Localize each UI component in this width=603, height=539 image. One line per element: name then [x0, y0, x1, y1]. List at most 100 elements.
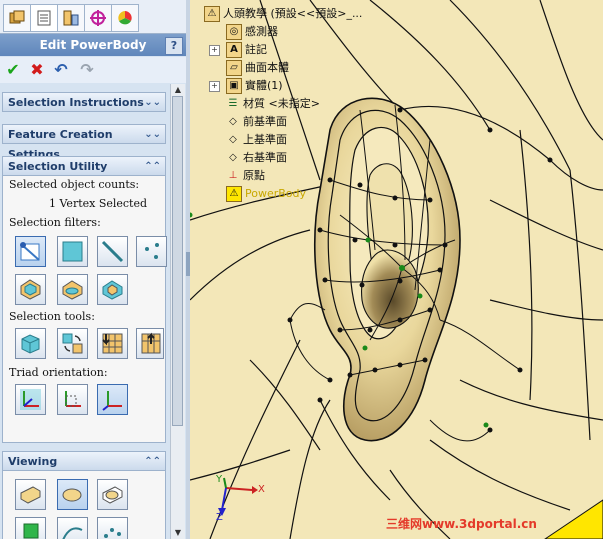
- shell-filter-button[interactable]: [97, 274, 128, 305]
- scrollbar-thumb[interactable]: [172, 96, 183, 426]
- loop-filter-icon: [62, 280, 83, 300]
- tree-item-label: 曲面本體: [245, 61, 289, 74]
- tree-item-sensors[interactable]: ◎ 感測器: [226, 24, 278, 40]
- shrink-selection-button[interactable]: [136, 328, 164, 359]
- triad-global-icon: [20, 389, 41, 410]
- color-wheel-icon: [118, 11, 132, 25]
- chevron-up-icon: ⌃⌃: [144, 161, 161, 172]
- view-box-button[interactable]: [15, 479, 46, 510]
- chevron-down-icon: ⌄⌄: [144, 129, 161, 140]
- tree-item-origin[interactable]: ⊥ 原點: [226, 168, 265, 184]
- target-icon: [90, 10, 106, 26]
- triad-local-button[interactable]: [57, 384, 88, 415]
- vertex-filter-icon: [20, 242, 40, 261]
- triad-global-button[interactable]: [15, 384, 46, 415]
- scroll-down-arrow[interactable]: ▼: [171, 527, 185, 539]
- display-manager-tab[interactable]: [111, 4, 139, 32]
- tree-item-top-plane[interactable]: ◇ 上基準面: [226, 132, 287, 148]
- tree-item-label: 感測器: [245, 25, 278, 38]
- surface-body-icon: ▱: [226, 60, 242, 76]
- help-button[interactable]: ?: [165, 37, 183, 55]
- tree-item-solid-bodies[interactable]: ▣ 實體(1): [226, 78, 283, 94]
- reference-triad: X Y Z: [212, 474, 272, 526]
- tree-item-powerbody[interactable]: ⚠ PowerBody: [226, 186, 306, 202]
- vertex-filter-button[interactable]: [15, 236, 46, 267]
- selection-filters-label: Selection filters:: [9, 216, 101, 229]
- plane-icon: ◇: [229, 134, 237, 145]
- redo-button[interactable]: ↷: [78, 61, 96, 79]
- property-manager-scrollbar[interactable]: ▲ ▼: [170, 84, 185, 539]
- tree-item-annotations[interactable]: A 註記: [226, 42, 267, 58]
- viewing-header[interactable]: Viewing ⌃⌃: [2, 451, 166, 471]
- material-icon: ☰: [228, 98, 238, 109]
- view-option-6-button[interactable]: [97, 517, 128, 539]
- select-all-button[interactable]: [15, 328, 46, 359]
- redo-icon: ↷: [80, 60, 94, 79]
- selection-utility-header[interactable]: Selection Utility ⌃⌃: [2, 156, 166, 176]
- ok-button[interactable]: ✔: [4, 61, 22, 79]
- point-filter-button[interactable]: [136, 236, 167, 267]
- undo-icon: ↶: [54, 60, 68, 79]
- undo-button[interactable]: ↶: [52, 61, 70, 79]
- edge-filter-button[interactable]: [97, 236, 128, 267]
- selection-tools-label: Selection tools:: [9, 310, 95, 323]
- propertymanager-tab[interactable]: [30, 4, 58, 32]
- face-filter-button[interactable]: [57, 236, 88, 267]
- plane-icon: ◇: [229, 152, 237, 163]
- property-manager-scroll-area: Selection Instructions ⌄⌄ Feature Creati…: [0, 84, 186, 539]
- featuremanager-tab-icon: [9, 10, 25, 24]
- annotation-icon: A: [226, 42, 242, 58]
- cancel-button[interactable]: ✖: [28, 61, 46, 79]
- tree-item-label: PowerBody: [245, 187, 307, 200]
- triad-z-label: Z: [216, 512, 223, 523]
- tree-root[interactable]: ⚠ 人頭教學 (預設<<預設>_...: [204, 6, 362, 22]
- loop-filter-button[interactable]: [57, 274, 88, 305]
- triad-selection-icon: [102, 391, 122, 411]
- expand-annotations-toggle[interactable]: +: [209, 45, 220, 56]
- dimxpert-tab[interactable]: [84, 4, 112, 32]
- selected-vertex[interactable]: [399, 265, 405, 271]
- shell-filter-icon: [102, 280, 123, 300]
- tree-item-front-plane[interactable]: ◇ 前基準面: [226, 114, 287, 130]
- viewing-body: [2, 471, 166, 539]
- triad-x-label: X: [258, 484, 265, 495]
- chevron-down-icon: ⌄⌄: [144, 97, 161, 108]
- view-smooth-button[interactable]: [57, 479, 88, 510]
- ellipsoid-icon: [62, 488, 82, 502]
- close-icon: ✖: [30, 60, 44, 79]
- warning-icon: ⚠: [226, 186, 242, 202]
- view-option-5-button[interactable]: [57, 517, 88, 539]
- selection-instructions-title: Selection Instructions: [8, 96, 144, 109]
- box-smooth-icon: [102, 486, 123, 504]
- feature-tree-flyout: ⚠ 人頭教學 (預設<<預設>_... ◎ 感測器 + A 註記 ▱ 曲面本體 + ▣ 實…: [194, 2, 574, 212]
- tree-item-material[interactable]: ☰ 材質 <未指定>: [226, 96, 320, 112]
- feature-creation-settings-header[interactable]: Feature Creation Settings ⌄⌄: [2, 124, 166, 161]
- view-option-4-button[interactable]: [15, 517, 46, 539]
- solid-body-icon: ▣: [226, 78, 242, 94]
- invert-selection-button[interactable]: [57, 328, 88, 359]
- tree-item-label: 註記: [245, 43, 267, 56]
- body-filter-button[interactable]: [15, 274, 46, 305]
- view-both-button[interactable]: [97, 479, 128, 510]
- propertymanager-tab-icon: [37, 10, 51, 26]
- triad-selection-button[interactable]: [97, 384, 128, 415]
- selection-instructions-header[interactable]: Selection Instructions ⌄⌄: [2, 92, 166, 112]
- triad-orientation-label: Triad orientation:: [9, 366, 108, 379]
- scroll-up-arrow[interactable]: ▲: [171, 84, 185, 96]
- triad-local-icon: [65, 391, 81, 407]
- selection-utility-title: Selection Utility: [8, 160, 108, 173]
- edge-filter-icon: [101, 240, 124, 263]
- tree-item-surface-bodies[interactable]: ▱ 曲面本體: [226, 60, 289, 76]
- green-square-icon: [23, 523, 39, 539]
- configurationmanager-tab[interactable]: [57, 4, 85, 32]
- grow-selection-button[interactable]: [97, 328, 128, 359]
- check-icon: ✔: [6, 60, 20, 79]
- surface-highlight: [544, 499, 603, 539]
- sensor-icon: ◎: [226, 24, 242, 40]
- property-manager-actions: ✔ ✖ ↶ ↷: [0, 57, 186, 83]
- tree-item-right-plane[interactable]: ◇ 右基準面: [226, 150, 287, 166]
- part-icon: ⚠: [204, 6, 220, 22]
- featuremanager-tab[interactable]: [3, 4, 31, 32]
- tree-item-label: 前基準面: [243, 115, 287, 128]
- expand-solid-bodies-toggle[interactable]: +: [209, 81, 220, 92]
